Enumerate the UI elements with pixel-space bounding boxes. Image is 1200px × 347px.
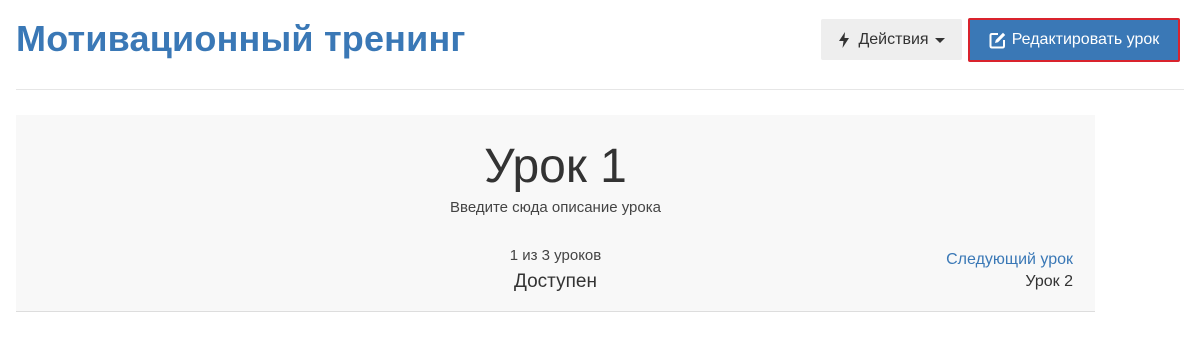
caret-down-icon: [934, 38, 945, 43]
actions-label: Действия: [858, 30, 929, 48]
next-lesson-name: Урок 2: [1025, 273, 1073, 290]
lesson-title: Урок 1: [484, 140, 627, 193]
actions-dropdown-button[interactable]: Действия: [821, 19, 962, 60]
lesson-status: Доступен: [514, 271, 597, 292]
edit-lesson-label: Редактировать урок: [1011, 31, 1160, 48]
page-title: Мотивационный тренинг: [16, 18, 466, 59]
lesson-description: Введите сюда описание урока: [450, 199, 661, 216]
lesson-panel: Урок 1 Введите сюда описание урока 1 из …: [16, 115, 1095, 312]
bolt-icon: [839, 31, 850, 48]
page: Мотивационный тренинг Действия Редактиро…: [0, 0, 1200, 347]
page-header: Мотивационный тренинг Действия Редактиро…: [16, 0, 1184, 90]
edit-lesson-button[interactable]: Редактировать урок: [968, 18, 1180, 62]
next-lesson-link[interactable]: Следующий урок: [946, 251, 1073, 269]
lesson-progress: 1 из 3 уроков: [509, 247, 602, 264]
edit-icon: [989, 32, 1005, 48]
